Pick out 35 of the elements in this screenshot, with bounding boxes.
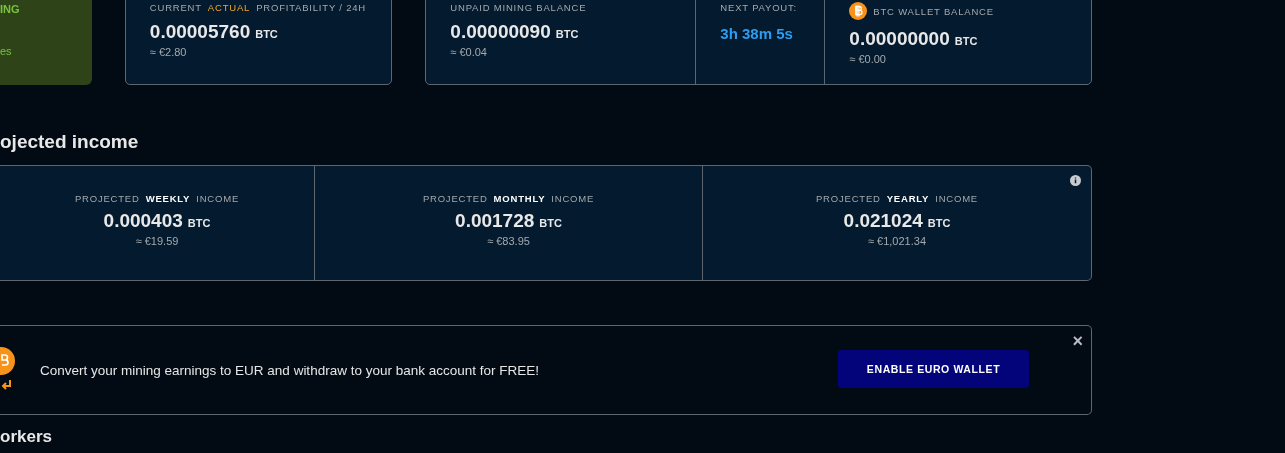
section-heading: orkers	[0, 427, 52, 447]
btc-amount: 0.001728	[455, 210, 535, 232]
btc-amount: 0.021024	[843, 210, 923, 232]
enable-euro-wallet-button[interactable]: ENABLE EURO WALLET	[838, 350, 1029, 388]
btc-amount: 0.000403	[103, 210, 183, 232]
status-text: es	[0, 45, 13, 57]
close-button[interactable]: ×	[1072, 332, 1083, 350]
currency-unit: BTC	[187, 217, 211, 229]
btc-amount: 0.00000000	[849, 28, 950, 50]
btc-amount: 0.00000090	[450, 21, 551, 43]
info-icon[interactable]	[1070, 175, 1081, 186]
currency-unit: BTC	[954, 35, 978, 47]
stat-label: UNPAID MINING BALANCE	[450, 2, 588, 13]
currency-unit: BTC	[539, 217, 562, 229]
promo-text: Convert your mining earnings to EUR and withdraw to your bank account for FREE!	[40, 362, 539, 378]
status-text: ING	[0, 3, 21, 15]
fiat-amount: ≈ €0.00	[849, 53, 887, 65]
bitcoin-icon	[849, 2, 868, 20]
currency-unit: BTC	[255, 28, 278, 40]
fiat-amount: ≈ €1,021.34	[868, 235, 926, 247]
btc-amount: 0.00005760	[149, 21, 251, 43]
stat-label: PROJECTED YEARLY INCOME	[816, 193, 978, 204]
stat-label: BTC WALLET BALANCE	[873, 5, 994, 17]
stat-label: PROJECTED WEEKLY INCOME	[74, 193, 240, 204]
payout-countdown: 3h 38m 5s	[720, 25, 794, 42]
currency-unit: BTC	[555, 28, 579, 40]
section-heading: ojected income	[0, 131, 140, 153]
stat-label: PROJECTED MONTHLY INCOME	[422, 193, 595, 204]
stat-label: CURRENT ACTUAL PROFITABILITY / 24H	[149, 2, 368, 13]
fiat-amount: ≈ €19.59	[135, 235, 179, 247]
fiat-amount: ≈ €2.80	[149, 46, 188, 58]
stat-label: NEXT PAYOUT:	[720, 2, 798, 13]
currency-unit: BTC	[927, 217, 951, 229]
fiat-amount: ≈ €0.04	[450, 46, 488, 58]
fiat-amount: ≈ €83.95	[487, 235, 530, 247]
